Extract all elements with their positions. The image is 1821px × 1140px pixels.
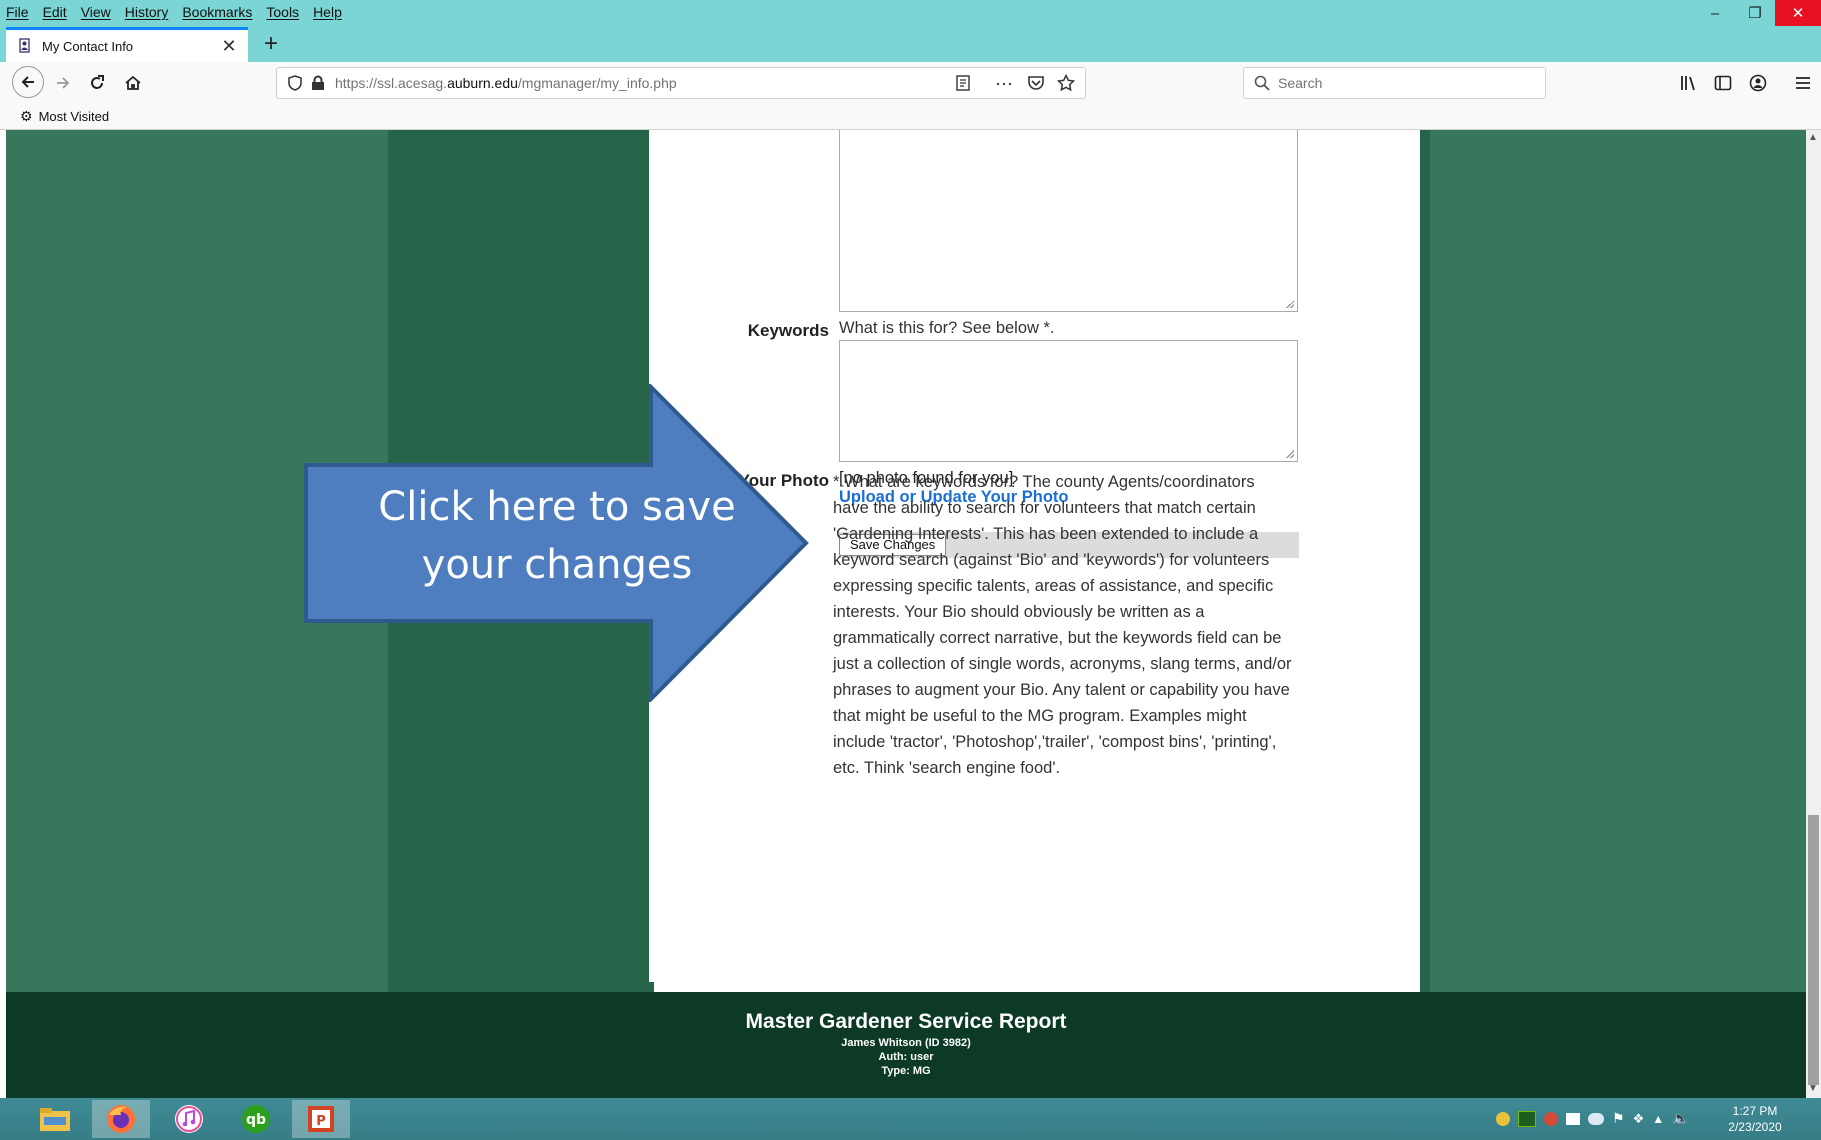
minimize-icon[interactable]: – (1695, 0, 1735, 26)
bookmark-most-visited[interactable]: Most Visited (39, 109, 110, 124)
network-icon[interactable]: ▲ (1652, 1112, 1664, 1126)
firefox-taskbar-icon[interactable] (92, 1100, 150, 1138)
powerpoint-icon[interactable]: P (292, 1100, 350, 1138)
clock-time: 1:27 PM (1732, 1104, 1778, 1118)
tab-title: My Contact Info (42, 38, 134, 54)
new-tab-icon[interactable]: + (256, 28, 286, 60)
home-icon (125, 75, 141, 90)
address-bar[interactable]: https://ssl.acesag. auburn.edu/mgmanager/… (276, 67, 1086, 99)
quickbooks-icon[interactable]: qb (227, 1100, 285, 1138)
svg-text:P: P (316, 1114, 326, 1129)
reader-view-icon[interactable] (955, 75, 971, 91)
page-actions-icon[interactable]: ··· (995, 73, 1013, 94)
callout-line-1: Click here to save (378, 484, 736, 530)
keywords-label: Keywords (747, 321, 829, 340)
back-arrow-icon (21, 76, 34, 88)
footer-user: James Whitson (ID 3982) (841, 1037, 971, 1049)
callout-line-2: your changes (421, 542, 693, 588)
forward-arrow-icon (57, 77, 70, 89)
device-icon[interactable] (1566, 1112, 1580, 1125)
gear-icon: ⚙ (20, 108, 33, 124)
pocket-icon[interactable] (1027, 74, 1045, 92)
window-controls: – ❐ ✕ (1695, 0, 1821, 26)
menu-view[interactable]: View (81, 4, 111, 26)
menu-tools[interactable]: Tools (266, 4, 299, 26)
url-path: /mgmanager/my_info.php (517, 75, 677, 91)
sidebar-toggle-icon[interactable] (1714, 74, 1732, 92)
forward-button[interactable] (48, 68, 78, 98)
search-placeholder: Search (1278, 75, 1323, 91)
bookmarks-toolbar: ⚙ Most Visited (0, 104, 1821, 130)
shield-icon[interactable] (287, 75, 303, 91)
footer-auth: Auth: user (878, 1051, 934, 1063)
menu-help[interactable]: Help (313, 4, 342, 26)
keywords-explanation: * What are keywords for? The county Agen… (833, 473, 1292, 777)
page-background-right (1430, 130, 1806, 992)
scroll-up-icon[interactable]: ▲ (1808, 132, 1818, 143)
reload-button[interactable] (82, 68, 112, 98)
flag-icon[interactable]: ⚑ (1612, 1110, 1625, 1127)
clock-date: 2/23/2020 (1728, 1120, 1782, 1134)
dropbox-icon[interactable]: ❖ (1633, 1111, 1645, 1127)
footer-title: Master Gardener Service Report (745, 1010, 1067, 1033)
keywords-textarea[interactable] (839, 340, 1298, 462)
page-footer: Master Gardener Service Report James Whi… (6, 992, 1806, 1098)
url-domain: auburn.edu (447, 75, 518, 91)
svg-text:qb: qb (246, 1112, 266, 1128)
menu-edit[interactable]: Edit (43, 4, 67, 26)
restore-icon[interactable]: ❐ (1735, 0, 1775, 26)
hamburger-menu-icon[interactable] (1794, 74, 1812, 92)
page-background-right-inner (1420, 130, 1430, 992)
keywords-hint: What is this for? See below *. (839, 319, 1055, 337)
tray-app-icon[interactable] (1544, 1111, 1558, 1126)
onedrive-icon[interactable] (1588, 1112, 1604, 1125)
tab-my-contact-info[interactable]: My Contact Info ✕ (6, 27, 248, 62)
menu-bar: File Edit View History Bookmarks Tools H… (6, 4, 342, 26)
system-tray: ⚑ ❖ ▲ 🔈 (1496, 1110, 1690, 1127)
lock-icon[interactable] (311, 75, 325, 91)
back-button[interactable] (12, 66, 44, 98)
account-icon[interactable] (1749, 74, 1767, 92)
windows-taskbar: qb P ⚑ ❖ ▲ 🔈 (0, 1098, 1821, 1140)
reload-icon (91, 75, 104, 89)
url-prefix: https://ssl.acesag. (335, 75, 448, 91)
page-favicon-icon (19, 38, 30, 53)
library-icon[interactable] (1680, 74, 1698, 92)
file-explorer-icon[interactable] (26, 1100, 84, 1138)
taskbar-clock[interactable]: 1:27 PM 2/23/2020 (1715, 1103, 1795, 1135)
tray-notification-icon[interactable] (1496, 1111, 1510, 1126)
callout-text: Click here to save your changes (320, 478, 794, 594)
search-icon (1254, 75, 1270, 91)
close-window-icon[interactable]: ✕ (1775, 0, 1821, 26)
menu-bookmarks[interactable]: Bookmarks (182, 4, 252, 26)
navigation-toolbar: https://ssl.acesag. auburn.edu/mgmanager/… (0, 62, 1821, 104)
bookmark-star-icon[interactable] (1057, 74, 1075, 92)
footer-type: Type: MG (881, 1065, 931, 1077)
tab-close-icon[interactable]: ✕ (218, 36, 240, 57)
scroll-down-icon[interactable]: ▼ (1808, 1083, 1818, 1094)
itunes-icon[interactable] (160, 1100, 218, 1138)
bio-textarea[interactable] (839, 130, 1298, 312)
volume-icon[interactable]: 🔈 (1672, 1110, 1689, 1127)
home-button[interactable] (118, 68, 148, 98)
menu-file[interactable]: File (6, 4, 29, 26)
scrollbar-thumb[interactable] (1808, 815, 1819, 1085)
menu-history[interactable]: History (125, 4, 169, 26)
search-bar[interactable]: Search (1243, 67, 1546, 99)
nvidia-icon[interactable] (1518, 1110, 1536, 1127)
